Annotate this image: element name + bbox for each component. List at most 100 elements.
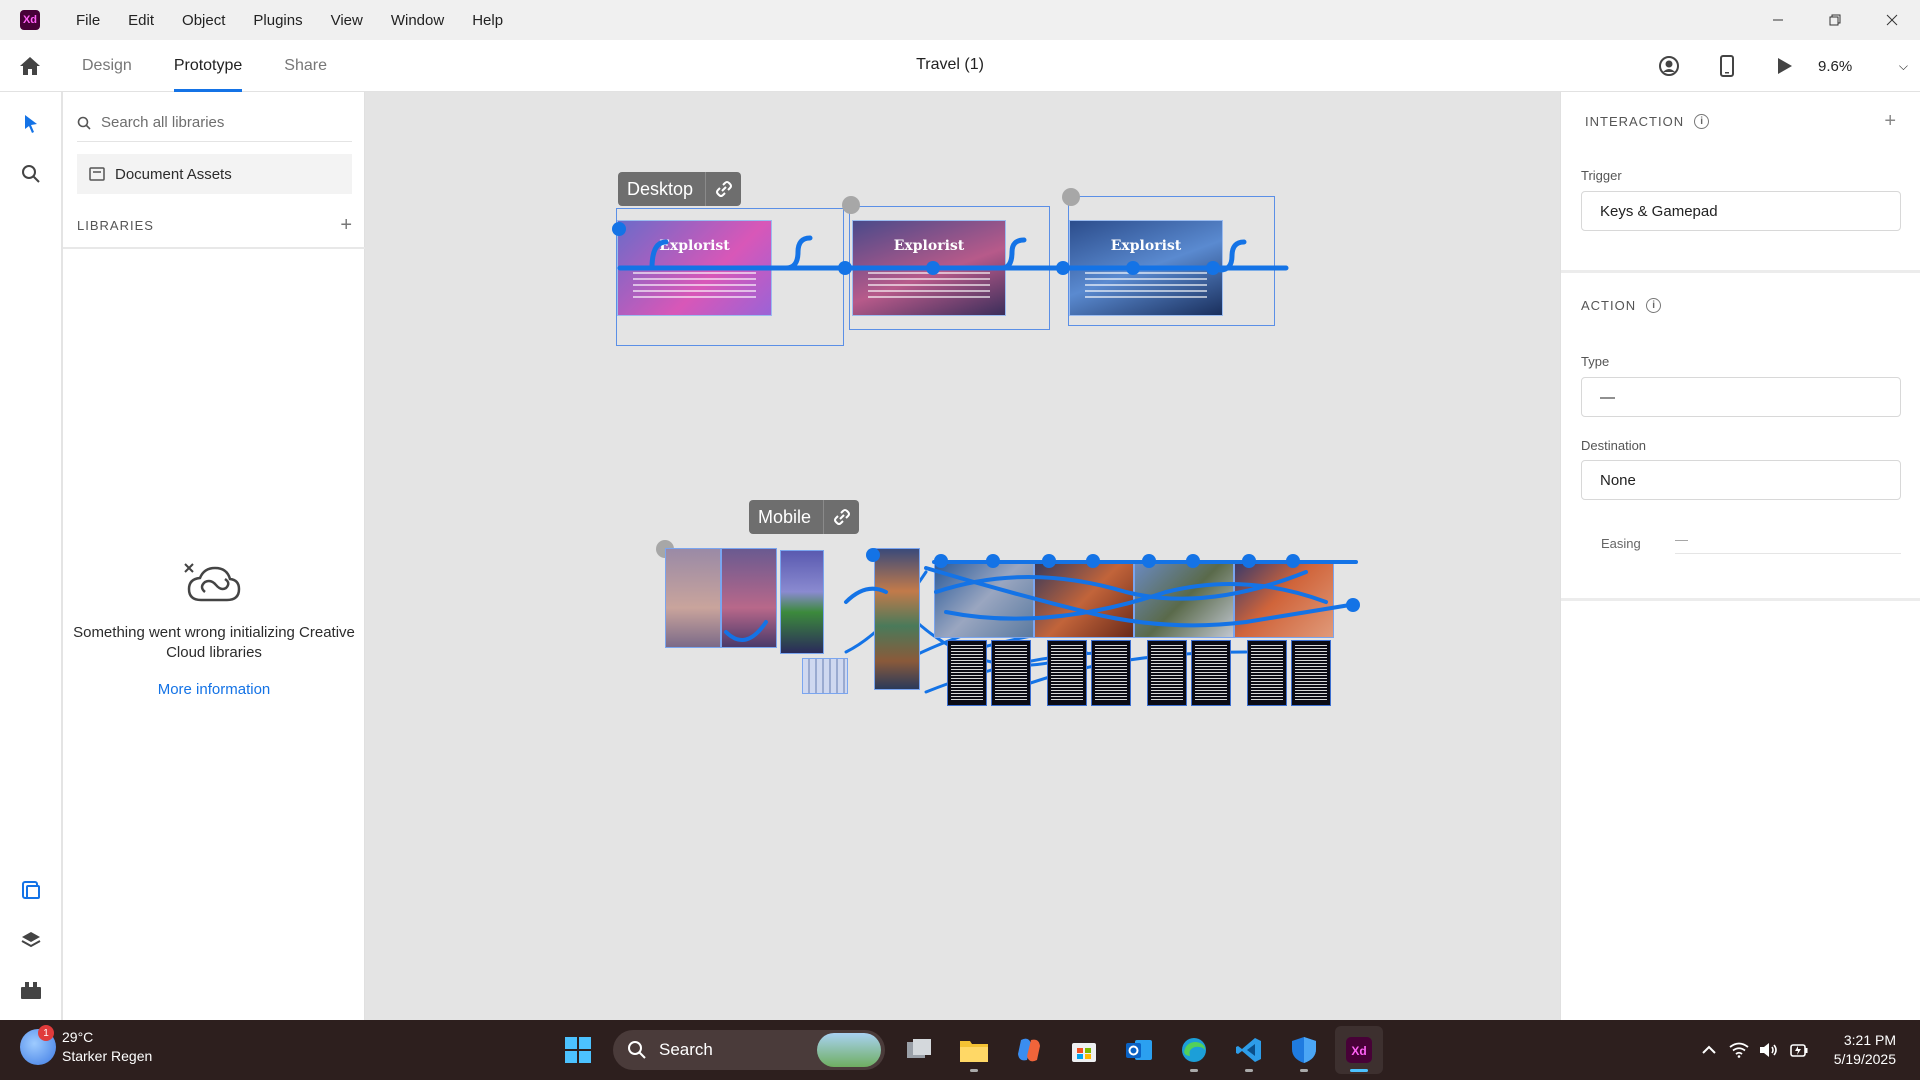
plugins-panel-button[interactable] [17, 976, 45, 1004]
restore-button[interactable] [1806, 0, 1863, 40]
speaker-icon [1759, 1043, 1777, 1057]
library-search-input[interactable]: Search all libraries [77, 104, 352, 142]
add-library-button[interactable]: + [340, 214, 352, 237]
task-view-button[interactable] [895, 1026, 943, 1074]
document-assets-item[interactable]: Document Assets [77, 154, 352, 194]
user-icon [1659, 56, 1679, 76]
easing-dropdown[interactable]: — [1675, 532, 1901, 554]
outlook-icon [1126, 1040, 1152, 1060]
wire-handle[interactable] [1242, 554, 1256, 568]
edge-icon [1182, 1038, 1206, 1062]
menu-edit[interactable]: Edit [114, 12, 168, 29]
windows-logo-icon [565, 1037, 591, 1063]
outlook-button[interactable] [1115, 1026, 1163, 1074]
libraries-panel-button[interactable] [17, 876, 45, 904]
weather-desc: Starker Regen [62, 1048, 153, 1064]
minimize-button[interactable] [1749, 0, 1806, 40]
wire-handle[interactable] [1186, 554, 1200, 568]
layers-panel-button[interactable] [17, 926, 45, 954]
wire-handle[interactable] [1346, 598, 1360, 612]
store-icon [1072, 1043, 1096, 1062]
notification-badge: 1 [38, 1025, 54, 1041]
weather-widget[interactable]: 1 29°C Starker Regen [20, 1025, 153, 1066]
menu-file[interactable]: File [62, 12, 114, 29]
add-interaction-button[interactable]: + [1884, 110, 1896, 133]
copilot-button[interactable] [1005, 1026, 1053, 1074]
action-header: ACTION i [1581, 298, 1662, 313]
menu-view[interactable]: View [317, 12, 377, 29]
battery-button[interactable] [1784, 1042, 1814, 1058]
section-divider [1561, 598, 1920, 601]
destination-value: None [1600, 471, 1636, 489]
svg-text:Xd: Xd [1351, 1044, 1366, 1058]
type-label: Type [1581, 354, 1610, 369]
select-tool-button[interactable] [17, 110, 45, 138]
wire-handle[interactable] [866, 548, 880, 562]
taskbar-search[interactable]: Search [613, 1030, 885, 1070]
design-canvas[interactable]: Desktop Explorist Explorist Explorist Mo… [366, 92, 1560, 1020]
wire-handle[interactable] [934, 554, 948, 568]
weather-icon: 1 [20, 1025, 56, 1065]
wire-handle[interactable] [1286, 554, 1300, 568]
document-assets-label: Document Assets [115, 165, 232, 183]
info-icon[interactable]: i [1694, 114, 1710, 129]
adobe-xd-taskbar-button[interactable]: Xd [1335, 1026, 1383, 1074]
clock-time: 3:21 PM [1843, 1032, 1896, 1048]
close-button[interactable] [1863, 0, 1920, 40]
easing-row: Easing — [1601, 532, 1901, 554]
search-icon [628, 1041, 646, 1059]
left-tool-rail [0, 92, 62, 1020]
device-preview-button[interactable] [1698, 40, 1756, 92]
wire-handle[interactable] [1142, 554, 1156, 568]
action-type-value: — [1600, 388, 1615, 406]
wire-handle[interactable] [986, 554, 1000, 568]
menu-help[interactable]: Help [458, 12, 517, 29]
trigger-value: Keys & Gamepad [1600, 202, 1718, 220]
file-explorer-button[interactable] [950, 1026, 998, 1074]
share-user-button[interactable] [1640, 40, 1698, 92]
mobile-prototype-wires [724, 560, 1358, 642]
library-search-placeholder: Search all libraries [101, 114, 225, 131]
destination-label: Destination [1581, 438, 1647, 453]
chevron-up-icon [1701, 1045, 1716, 1054]
wire-handle[interactable] [1086, 554, 1100, 568]
creative-cloud-error-icon [184, 563, 241, 602]
vscode-button[interactable] [1225, 1026, 1273, 1074]
taskbar-apps: Search Xd [554, 1026, 1390, 1074]
defender-button[interactable] [1280, 1026, 1328, 1074]
interaction-title: INTERACTION [1585, 114, 1685, 129]
menu-plugins[interactable]: Plugins [239, 12, 316, 29]
info-icon[interactable]: i [1646, 298, 1662, 313]
interaction-header: INTERACTION i [1585, 114, 1710, 129]
window-controls [1749, 0, 1920, 40]
zoom-value: 9.6% [1818, 57, 1853, 75]
menu-object[interactable]: Object [168, 12, 239, 29]
play-preview-button[interactable] [1756, 40, 1814, 92]
zoom-tool-button[interactable] [17, 160, 45, 188]
destination-dropdown[interactable]: None [1581, 460, 1901, 500]
zoom-dropdown[interactable]: 9.6% ⌵ [1814, 58, 1920, 75]
system-tray: 3:21 PM 5/19/2025 [1694, 1020, 1920, 1080]
search-highlight-image [817, 1033, 881, 1067]
taskbar-clock[interactable]: 3:21 PM 5/19/2025 [1834, 1031, 1896, 1069]
libraries-icon [22, 881, 40, 899]
more-information-link[interactable]: More information [63, 681, 365, 698]
copilot-icon [1018, 1038, 1040, 1062]
edge-button[interactable] [1170, 1026, 1218, 1074]
action-type-dropdown[interactable]: — [1581, 377, 1901, 417]
trigger-dropdown[interactable]: Keys & Gamepad [1581, 191, 1901, 231]
plugin-icon [21, 982, 41, 999]
volume-button[interactable] [1754, 1042, 1784, 1058]
menu-window[interactable]: Window [377, 12, 458, 29]
libraries-panel: Search all libraries Document Assets LIB… [63, 92, 365, 1020]
action-title: ACTION [1581, 298, 1637, 313]
top-toolbar: Design Prototype Share Travel (1) 9.6% ⌵ [0, 40, 1920, 92]
show-hidden-icons-button[interactable] [1694, 1045, 1724, 1055]
xd-logo-icon: Xd [20, 10, 40, 30]
wire-handle[interactable] [1042, 554, 1056, 568]
microsoft-store-button[interactable] [1060, 1026, 1108, 1074]
document-title: Travel (1) [916, 56, 984, 73]
wifi-button[interactable] [1724, 1042, 1754, 1058]
start-button[interactable] [554, 1026, 602, 1074]
xd-logo-icon: Xd [1346, 1037, 1372, 1063]
